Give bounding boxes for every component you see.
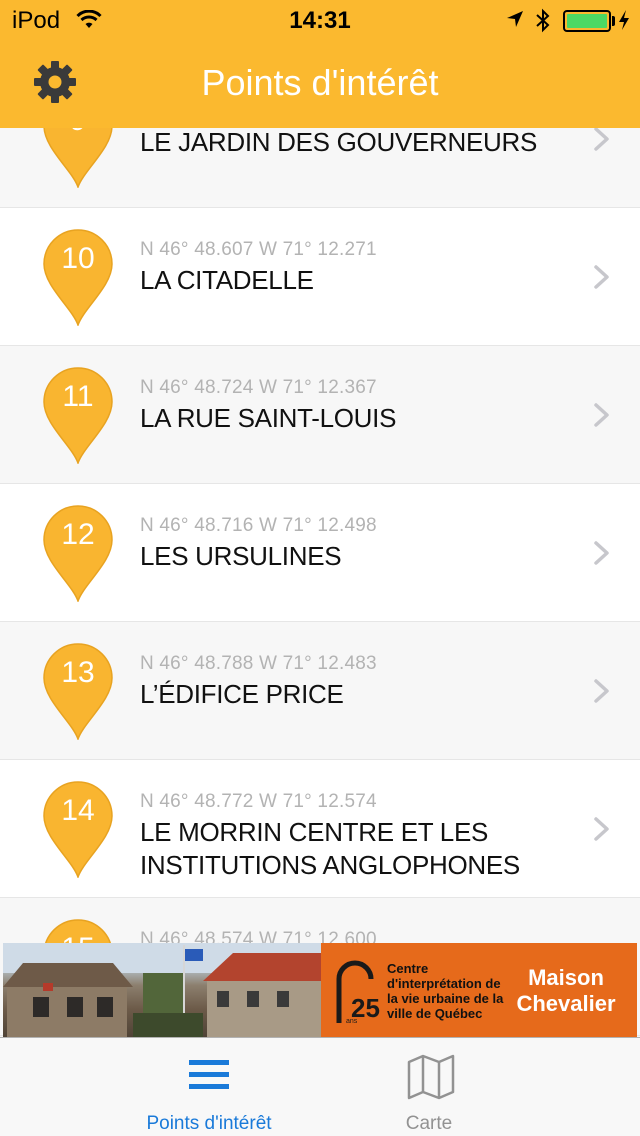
list-icon	[189, 1060, 229, 1089]
banner-info: 25 ans Centre d'interprétation de la vie…	[321, 943, 637, 1037]
poi-name: L’ÉDIFICE PRICE	[140, 679, 344, 709]
battery-cap	[612, 16, 615, 26]
list-item[interactable]: 10 N 46° 48.607 W 71° 12.271 LA CITADELL…	[0, 208, 640, 346]
banner-photo	[3, 943, 321, 1037]
navigation-bar: Points d'intérêt	[0, 40, 640, 128]
battery-icon	[563, 10, 611, 32]
pin-marker-icon: 12	[42, 504, 114, 602]
list-item[interactable]: 13 N 46° 48.788 W 71° 12.483 L’ÉDIFICE P…	[0, 622, 640, 760]
tab-label: Carte	[405, 1113, 453, 1134]
tab-carte[interactable]: Carte	[319, 1038, 539, 1136]
map-icon	[407, 1054, 455, 1100]
anniversary-logo: 25 ans	[335, 959, 381, 1030]
coordinates: N 46° 48.716 W 71° 12.498	[140, 515, 377, 536]
banner-ad[interactable]: 25 ans Centre d'interprétation de la vie…	[3, 943, 637, 1037]
pin-marker-icon: 13	[42, 642, 114, 740]
tab-label: Points d'intérêt	[146, 1113, 272, 1134]
tab-bar: Points d'intérêt Carte	[0, 1037, 640, 1136]
list-item[interactable]: 14 N 46° 48.772 W 71° 12.574 LE MORRIN C…	[0, 760, 640, 898]
list-item[interactable]: 12 N 46° 48.716 W 71° 12.498 LES URSULIN…	[0, 484, 640, 622]
tab-points-interet[interactable]: Points d'intérêt	[99, 1038, 319, 1136]
poi-name: LA CITADELLE	[140, 265, 314, 295]
coordinates: N 46° 48.772 W 71° 12.574	[140, 791, 377, 812]
banner-brand: Maison Chevalier	[516, 965, 616, 1016]
pin-number: 12	[61, 518, 95, 551]
charging-bolt-icon	[618, 9, 630, 36]
coordinates: N 46° 48.607 W 71° 12.271	[140, 239, 377, 260]
pin-number: 11	[62, 380, 94, 413]
pin-marker-icon: 14	[42, 780, 114, 878]
banner-description: Centre d'interprétation de la vie urbain…	[387, 961, 504, 1021]
top-bar: iPod 14:31 Points d'intérêt	[0, 0, 640, 128]
pin-number: 14	[61, 794, 95, 827]
poi-name: LES URSULINES	[140, 541, 342, 571]
location-arrow-icon	[506, 10, 524, 33]
svg-text:ans: ans	[346, 1018, 358, 1025]
pin-marker-icon: 11	[42, 366, 114, 464]
chevron-right-icon	[594, 127, 609, 151]
status-bar: iPod 14:31	[0, 0, 640, 40]
coordinates: N 46° 48.724 W 71° 12.367	[140, 377, 377, 398]
chevron-right-icon	[594, 817, 609, 841]
coordinates: N 46° 48.788 W 71° 12.483	[140, 653, 377, 674]
bluetooth-icon	[535, 8, 551, 39]
pin-number: 13	[61, 656, 95, 689]
poi-name: LE MORRIN CENTRE ET LES INSTITUTIONS ANG…	[140, 817, 520, 880]
pin-number: 10	[61, 242, 95, 275]
poi-name: LA RUE SAINT-LOUIS	[140, 403, 397, 433]
chevron-right-icon	[594, 541, 609, 565]
chevron-right-icon	[594, 403, 609, 427]
chevron-right-icon	[594, 265, 609, 289]
list-item[interactable]: 11 N 46° 48.724 W 71° 12.367 LA RUE SAIN…	[0, 346, 640, 484]
page-title: Points d'intérêt	[201, 62, 439, 103]
pin-marker-icon: 10	[42, 228, 114, 326]
poi-name: LE JARDIN DES GOUVERNEURS	[140, 127, 538, 157]
poi-list: 9 LE JARDIN DES GOUVERNEURS 10 N 46° 48.…	[0, 70, 640, 1036]
chevron-right-icon	[594, 679, 609, 703]
